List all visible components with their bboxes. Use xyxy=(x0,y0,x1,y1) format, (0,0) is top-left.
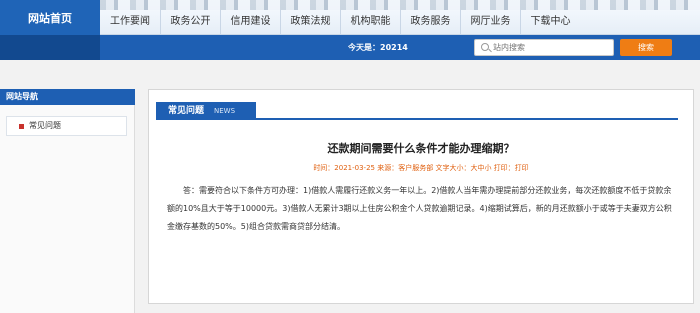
search-icon xyxy=(481,43,489,51)
nav-item-policy[interactable]: 政策法规 xyxy=(280,10,340,35)
nav-item-gov-open[interactable]: 政务公开 xyxy=(160,10,220,35)
sidebar-title: 网站导航 xyxy=(6,92,38,101)
article-meta: 时间：2021-03-25 来源：客户服务部 文字大小：大中小 打印：打印 xyxy=(313,164,529,172)
sidebar-header: 网站导航 xyxy=(0,89,135,105)
section-tab: 常见问题 NEWS xyxy=(156,102,256,120)
section-title: 常见问题 xyxy=(168,106,205,116)
search-bar-accent xyxy=(0,35,100,60)
sidebar-item-label: 常见问题 xyxy=(29,121,61,130)
top-nav-strip: 网站首页 工作要闻 政务公开 信用建设 政策法规 机构职能 政务服务 网厅业务 … xyxy=(0,0,700,35)
content-panel: 常见问题 NEWS 还款期间需要什么条件才能办理缩期？ 时间：2021-03-2… xyxy=(148,89,694,304)
sidebar-item-faq[interactable]: 常见问题 xyxy=(6,116,127,136)
article-title: 还款期间需要什么条件才能办理缩期？ xyxy=(327,142,515,155)
home-tab[interactable]: 网站首页 xyxy=(0,0,100,35)
nav-item-services[interactable]: 政务服务 xyxy=(400,10,460,35)
section-header: 常见问题 NEWS xyxy=(156,102,678,120)
search-box[interactable] xyxy=(474,39,614,56)
search-bar: 今天是：20214 搜索 xyxy=(0,35,700,60)
nav-item-org[interactable]: 机构职能 xyxy=(340,10,400,35)
sidebar: 网站导航 常见问题 xyxy=(0,89,135,313)
main-nav: 工作要闻 政务公开 信用建设 政策法规 机构职能 政务服务 网厅业务 下载中心 xyxy=(100,10,700,35)
nav-item-downloads[interactable]: 下载中心 xyxy=(520,10,580,35)
header-decoration xyxy=(100,0,700,10)
bullet-icon xyxy=(19,124,24,129)
today-date: 今天是：20214 xyxy=(348,43,408,52)
search-input[interactable] xyxy=(493,40,611,55)
article-body: 答：需要符合以下条件方可办理：1)借款人需履行还款义务一年以上。2)借款人当年需… xyxy=(167,186,672,231)
nav-item-credit[interactable]: 信用建设 xyxy=(220,10,280,35)
nav-item-work-news[interactable]: 工作要闻 xyxy=(100,10,160,35)
search-button[interactable]: 搜索 xyxy=(620,39,672,56)
section-subtitle: NEWS xyxy=(214,107,236,115)
nav-item-online-hall[interactable]: 网厅业务 xyxy=(460,10,520,35)
